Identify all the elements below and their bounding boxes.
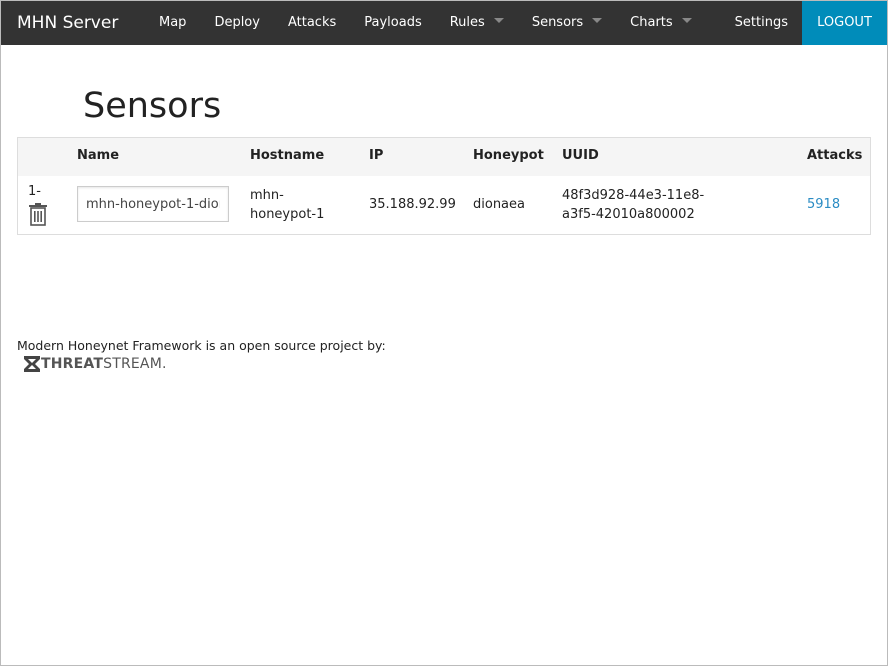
caret-down-icon: [493, 18, 504, 23]
trash-icon[interactable]: [28, 202, 48, 226]
column-header-honeypot: Honeypot: [473, 148, 544, 163]
nav-right: Settings LOGOUT: [725, 1, 887, 45]
column-header-hostname: Hostname: [250, 148, 325, 163]
nav-map[interactable]: Map: [145, 1, 200, 45]
honeypot-cell: dionaea: [473, 197, 525, 212]
hostname-line-1: mhn-: [250, 188, 284, 203]
nav-payloads[interactable]: Payloads: [350, 1, 435, 45]
page-title: Sensors: [83, 86, 222, 126]
column-header-attacks: Attacks: [807, 148, 863, 163]
nav-attacks[interactable]: Attacks: [274, 1, 350, 45]
uuid-line-2: a3f5-42010a800002: [562, 207, 695, 222]
logo-bold-text: THREAT: [41, 356, 104, 372]
caret-down-icon: [681, 18, 692, 23]
sensor-name-input[interactable]: [77, 186, 229, 222]
attacks-count-link[interactable]: 5918: [807, 197, 840, 212]
threatstream-x-icon: [24, 356, 40, 372]
caret-down-icon: [592, 18, 603, 23]
footer-text: Modern Honeynet Framework is an open sou…: [17, 338, 386, 353]
uuid-line-1: 48f3d928-44e3-11e8-: [562, 188, 705, 203]
brand-title[interactable]: MHN Server: [1, 1, 145, 45]
logout-button[interactable]: LOGOUT: [802, 1, 887, 45]
nav-charts-label: Charts: [630, 15, 673, 30]
nav-charts-dropdown[interactable]: Charts: [616, 1, 706, 45]
nav-attacks-label: Attacks: [287, 15, 337, 30]
nav-sensors-label: Sensors: [531, 15, 584, 30]
attacks-cell: 5918: [807, 195, 840, 214]
nav-sensors-dropdown[interactable]: Sensors: [518, 1, 616, 45]
nav-deploy-label: Deploy: [214, 15, 260, 30]
hostname-cell: mhn- honeypot-1: [250, 186, 324, 224]
nav-deploy[interactable]: Deploy: [200, 1, 274, 45]
table-header-row: Name Hostname IP Honeypot UUID Attacks: [18, 138, 870, 176]
logo-wordmark: THREATSTREAM.: [41, 355, 167, 373]
column-header-name: Name: [77, 148, 120, 163]
ip-cell: 35.188.92.99: [369, 197, 456, 212]
settings-link[interactable]: Settings: [725, 1, 802, 45]
nav-map-label: Map: [159, 15, 187, 30]
nav-payloads-label: Payloads: [364, 15, 422, 30]
column-header-uuid: UUID: [562, 148, 599, 163]
hostname-line-2: honeypot-1: [250, 207, 325, 222]
main-nav: Map Deploy Attacks Payloads Rules Sensor…: [145, 1, 706, 45]
top-navbar: MHN Server Map Deploy Attacks Payloads R…: [1, 1, 887, 45]
uuid-cell: 48f3d928-44e3-11e8- a3f5-42010a800002: [562, 186, 704, 224]
nav-rules-dropdown[interactable]: Rules: [436, 1, 518, 45]
row-index: 1-: [28, 184, 41, 199]
sensors-table: Name Hostname IP Honeypot UUID Attacks 1…: [17, 137, 871, 235]
logo-light-text: STREAM.: [103, 356, 167, 372]
nav-rules-label: Rules: [449, 15, 485, 30]
threatstream-logo[interactable]: THREATSTREAM.: [23, 355, 167, 373]
column-header-ip: IP: [369, 148, 384, 163]
